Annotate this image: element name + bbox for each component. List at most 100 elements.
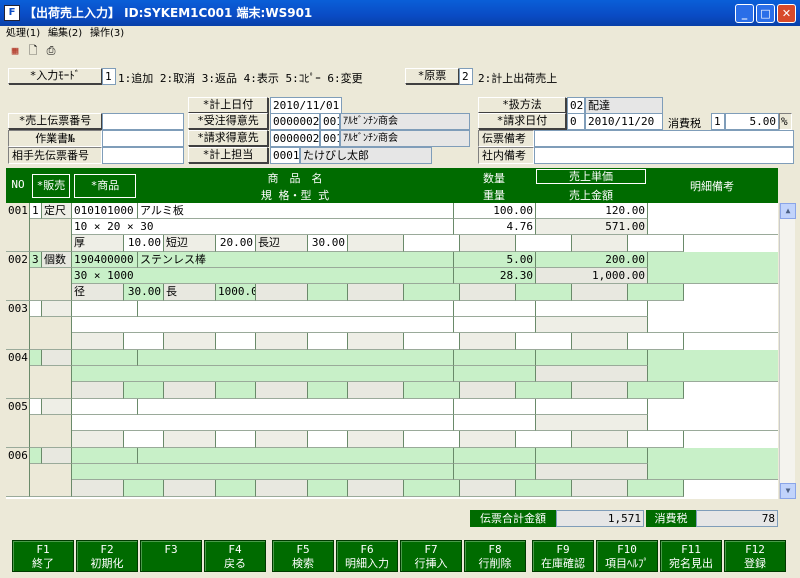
- quantity[interactable]: 5.00: [454, 252, 536, 268]
- col-price-header[interactable]: 売上単価: [536, 169, 646, 184]
- calendar-icon[interactable]: ▦: [8, 44, 22, 58]
- sales-type-code[interactable]: [30, 350, 42, 366]
- product-name[interactable]: [138, 301, 454, 317]
- dim-value[interactable]: 30.00: [308, 235, 348, 252]
- spec[interactable]: [72, 464, 454, 480]
- aite-field[interactable]: [102, 147, 184, 164]
- fkey-f9[interactable]: F9 在庫確認: [532, 540, 594, 572]
- sales-type-code[interactable]: [30, 399, 42, 415]
- unit-price[interactable]: [536, 399, 648, 415]
- spec[interactable]: [72, 415, 454, 431]
- juchu-code-field[interactable]: 0000002: [270, 113, 320, 130]
- fkey-f12[interactable]: F12 登録: [724, 540, 786, 572]
- fkey-f3[interactable]: F3: [140, 540, 202, 572]
- keijo-date-label[interactable]: *計上日付: [188, 97, 268, 113]
- product-code[interactable]: [72, 350, 138, 366]
- sales-type-code[interactable]: 3: [30, 252, 42, 268]
- keijo-date-field[interactable]: 2010/11/01: [270, 97, 342, 114]
- line-note[interactable]: [648, 350, 778, 382]
- scroll-down-icon[interactable]: ▼: [780, 483, 796, 499]
- tax-rate-field[interactable]: 5.00: [725, 113, 779, 130]
- maximize-icon[interactable]: □: [756, 4, 775, 23]
- seikyu-date-label[interactable]: *請求日付: [478, 113, 566, 129]
- line-note[interactable]: [648, 448, 778, 480]
- weight[interactable]: [454, 415, 536, 431]
- menu-operation[interactable]: 操作(3): [90, 26, 124, 42]
- col-hanbai-header[interactable]: *販売: [32, 174, 70, 198]
- fkey-f11[interactable]: F11 宛名見出: [660, 540, 722, 572]
- tax-code-field[interactable]: 1: [711, 113, 725, 130]
- spec[interactable]: [72, 366, 454, 382]
- sales-type-code[interactable]: 1: [30, 203, 42, 219]
- atsukai-code-field[interactable]: 02: [567, 97, 585, 114]
- grid-scrollbar[interactable]: ▲ ▼: [779, 203, 796, 499]
- quantity[interactable]: [454, 399, 536, 415]
- tanto-label[interactable]: *計上担当: [188, 147, 268, 163]
- col-shohin-header[interactable]: *商品: [74, 174, 136, 198]
- fkey-f4[interactable]: F4 戻る: [204, 540, 266, 572]
- fkey-f8[interactable]: F8 行削除: [464, 540, 526, 572]
- dim-value[interactable]: 30.00: [124, 284, 164, 301]
- atsukai-label[interactable]: *扱方法: [478, 97, 566, 113]
- unit-price[interactable]: [536, 350, 648, 366]
- weight[interactable]: 28.30: [454, 268, 536, 284]
- shanai-biko-field[interactable]: [534, 147, 794, 164]
- fkey-f2[interactable]: F2 初期化: [76, 540, 138, 572]
- spec[interactable]: 10 × 20 × 30: [72, 219, 454, 235]
- seikyu-date-code-field[interactable]: 0: [567, 113, 585, 130]
- product-name[interactable]: アルミ板: [138, 203, 454, 219]
- product-name[interactable]: [138, 350, 454, 366]
- product-name[interactable]: [138, 448, 454, 464]
- seikyu-code-field[interactable]: 0000002: [270, 130, 320, 147]
- fkey-f10[interactable]: F10 項目ﾍﾙﾌﾟ: [596, 540, 658, 572]
- weight[interactable]: [454, 366, 536, 382]
- dim-value[interactable]: 10.00: [124, 235, 164, 252]
- close-icon[interactable]: ✕: [777, 4, 796, 23]
- line-note[interactable]: [648, 399, 778, 431]
- minimize-icon[interactable]: _: [735, 4, 754, 23]
- spec[interactable]: [72, 317, 454, 333]
- seikyu-tokui-label[interactable]: *請求得意先: [188, 130, 268, 146]
- quantity[interactable]: [454, 448, 536, 464]
- sales-type-code[interactable]: [30, 301, 42, 317]
- weight[interactable]: [454, 464, 536, 480]
- menu-process[interactable]: 処理(1): [6, 26, 40, 42]
- juchu-sub-field[interactable]: 001: [320, 113, 340, 130]
- unit-price[interactable]: 200.00: [536, 252, 648, 268]
- quantity[interactable]: [454, 350, 536, 366]
- unit-price[interactable]: [536, 448, 648, 464]
- new-document-icon[interactable]: 🗋: [26, 44, 40, 58]
- scroll-up-icon[interactable]: ▲: [780, 203, 796, 219]
- weight[interactable]: [454, 317, 536, 333]
- product-code[interactable]: [72, 301, 138, 317]
- line-note[interactable]: [648, 252, 778, 284]
- fkey-f7[interactable]: F7 行挿入: [400, 540, 462, 572]
- unit-price[interactable]: 120.00: [536, 203, 648, 219]
- dim-value[interactable]: 1000.00: [216, 284, 256, 301]
- denpyo-biko-field[interactable]: [534, 130, 794, 147]
- quantity[interactable]: [454, 301, 536, 317]
- quantity[interactable]: 100.00: [454, 203, 536, 219]
- uriage-no-label[interactable]: *売上伝票番号: [8, 113, 102, 129]
- sales-type-code[interactable]: [30, 448, 42, 464]
- juchu-label[interactable]: *受注得意先: [188, 113, 268, 129]
- uriage-no-field[interactable]: [102, 113, 184, 130]
- input-mode-label[interactable]: *入力ﾓｰﾄﾞ: [8, 68, 102, 84]
- product-code[interactable]: [72, 448, 138, 464]
- product-code[interactable]: 010101000: [72, 203, 138, 219]
- fkey-f1[interactable]: F1 終了: [12, 540, 74, 572]
- menu-edit[interactable]: 編集(2): [48, 26, 82, 42]
- fkey-f6[interactable]: F6 明細入力: [336, 540, 398, 572]
- weight[interactable]: 4.76: [454, 219, 536, 235]
- genpyo-field[interactable]: 2: [459, 68, 473, 85]
- genpyo-label[interactable]: *原票: [405, 68, 459, 84]
- sagyo-field[interactable]: [102, 130, 184, 147]
- print-icon[interactable]: ⎙: [44, 44, 58, 58]
- product-name[interactable]: ステンレス棒: [138, 252, 454, 268]
- fkey-f5[interactable]: F5 検索: [272, 540, 334, 572]
- tanto-code-field[interactable]: 0001: [270, 147, 300, 164]
- product-name[interactable]: [138, 399, 454, 415]
- seikyu-sub-field[interactable]: 001: [320, 130, 340, 147]
- product-code[interactable]: 190400000: [72, 252, 138, 268]
- input-mode-field[interactable]: 1: [102, 68, 116, 85]
